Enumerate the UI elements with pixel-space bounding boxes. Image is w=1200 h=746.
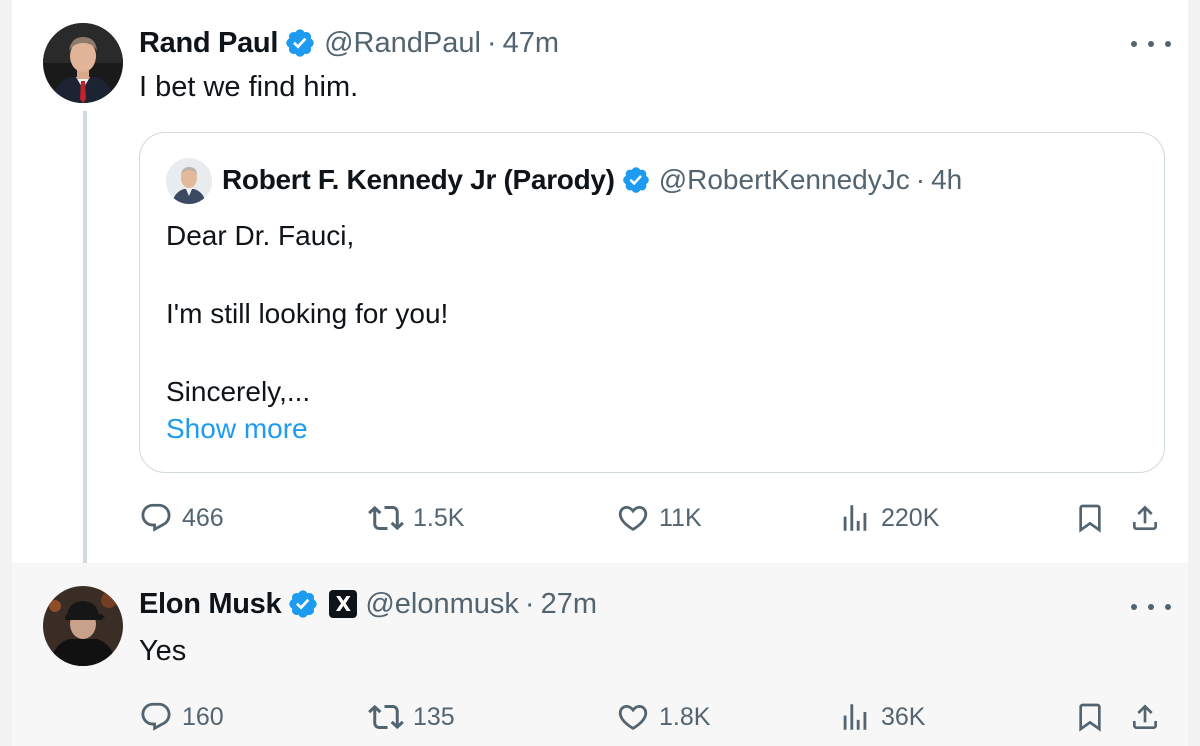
bookmark-button[interactable] (1072, 699, 1108, 735)
author-name[interactable]: Rand Paul (139, 25, 278, 61)
verified-badge-icon (621, 165, 651, 195)
tweet-rand-paul[interactable]: Rand Paul @RandPaul · 47m I bet we find … (12, 0, 1188, 581)
like-button[interactable]: 1.8K (616, 699, 710, 735)
reply-icon (141, 503, 171, 532)
repost-count: 1.5K (413, 503, 465, 532)
quoted-tweet-card[interactable]: Robert F. Kennedy Jr (Parody) @RobertKen… (139, 132, 1165, 473)
views-button[interactable]: 36K (838, 699, 925, 735)
views-count: 220K (881, 503, 940, 532)
repost-icon (368, 505, 404, 531)
views-chart-icon (843, 505, 867, 531)
repost-button[interactable]: 1.5K (368, 500, 464, 536)
separator-dot: · (486, 27, 497, 59)
share-button[interactable] (1127, 699, 1163, 735)
author-handle[interactable]: @elonmusk (365, 586, 519, 622)
show-more-link[interactable]: Show more (166, 411, 308, 447)
views-count: 36K (881, 702, 926, 731)
verified-badge-icon (284, 27, 316, 59)
tweet-elon-musk[interactable]: Elon Musk X @elonmusk · 27m Yes 160 135 … (12, 563, 1188, 746)
share-icon (1133, 704, 1157, 729)
author-name[interactable]: Elon Musk (139, 586, 282, 622)
quoted-text-line: Sincerely,... (166, 376, 311, 407)
repost-button[interactable]: 135 (368, 699, 455, 735)
rand-paul-avatar-image (43, 23, 123, 103)
avatar-rand-paul[interactable] (43, 23, 123, 103)
separator-dot: · (915, 164, 926, 195)
bookmark-icon (1079, 703, 1101, 732)
tweet-text: Yes (139, 635, 187, 667)
avatar-rfk-parody (166, 158, 212, 204)
thread-connector-line (83, 111, 87, 581)
avatar-elon-musk[interactable] (43, 586, 123, 666)
repost-count: 135 (413, 702, 455, 731)
separator-dot: · (524, 588, 535, 620)
reply-icon (141, 702, 171, 731)
views-button[interactable]: 220K (838, 500, 939, 536)
heart-icon (618, 505, 648, 531)
author-handle[interactable]: @RandPaul (324, 25, 481, 61)
bookmark-icon (1079, 504, 1101, 533)
more-options-icon[interactable] (1131, 34, 1171, 54)
reply-count: 160 (182, 702, 224, 731)
share-icon (1133, 505, 1157, 530)
verified-badge-icon (287, 588, 319, 620)
quoted-text-line: Dear Dr. Fauci, (166, 220, 355, 251)
right-margin (1188, 0, 1200, 746)
timestamp[interactable]: 47m (503, 25, 559, 61)
heart-icon (618, 704, 648, 730)
tweet-header: Rand Paul @RandPaul · 47m (139, 25, 559, 61)
timestamp[interactable]: 27m (541, 586, 597, 622)
reply-button[interactable]: 466 (139, 500, 224, 536)
quoted-tweet-header: Robert F. Kennedy Jr (Parody) @RobertKen… (222, 162, 962, 198)
quoted-author-handle[interactable]: @RobertKennedyJc (659, 162, 910, 198)
like-count: 11K (659, 503, 702, 532)
x-affiliation-badge-icon[interactable]: X (329, 590, 358, 618)
like-button[interactable]: 11K (616, 500, 702, 536)
views-chart-icon (843, 704, 867, 730)
share-button[interactable] (1127, 500, 1163, 536)
rfk-avatar-image (166, 158, 212, 204)
tweet-header: Elon Musk X @elonmusk · 27m (139, 586, 597, 622)
more-options-icon[interactable] (1131, 597, 1171, 617)
left-margin (0, 0, 12, 746)
repost-icon (368, 704, 404, 730)
bookmark-button[interactable] (1072, 500, 1108, 536)
quoted-author-name[interactable]: Robert F. Kennedy Jr (Parody) (222, 162, 615, 198)
like-count: 1.8K (659, 702, 711, 731)
elon-musk-avatar-image (43, 586, 123, 666)
reply-button[interactable]: 160 (139, 699, 224, 735)
reply-count: 466 (182, 503, 224, 532)
quoted-timestamp[interactable]: 4h (931, 162, 962, 198)
tweet-text: I bet we find him. (139, 71, 359, 103)
quoted-text-line: I'm still looking for you! (166, 298, 449, 329)
